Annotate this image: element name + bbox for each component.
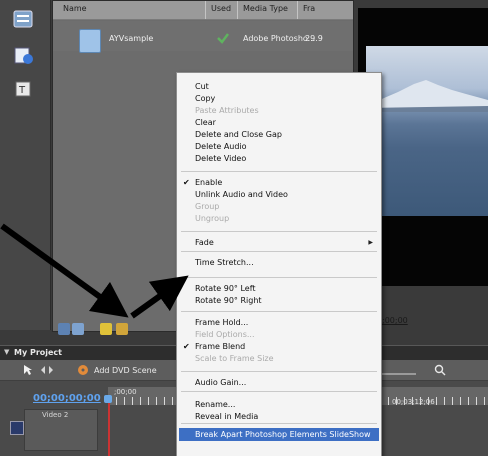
add-dvd-scene-icon[interactable] bbox=[76, 364, 90, 376]
new-folder-icon[interactable] bbox=[116, 323, 128, 335]
column-frame-rate[interactable]: Fra bbox=[303, 4, 315, 13]
zoom-slider[interactable] bbox=[380, 373, 416, 375]
menu-item-rotate-90-left[interactable]: Rotate 90° Left bbox=[195, 283, 256, 294]
project-panel-buttons bbox=[58, 323, 158, 337]
current-timecode[interactable]: 00;00;00;00 bbox=[33, 393, 101, 404]
menu-item-delete-video[interactable]: Delete Video bbox=[195, 153, 246, 164]
menu-item-frame-hold[interactable]: Frame Hold... bbox=[195, 317, 248, 328]
menu-separator bbox=[181, 171, 377, 172]
my-project-title: My Project bbox=[14, 348, 62, 357]
menu-item-unlink-audio-and-video[interactable]: Unlink Audio and Video bbox=[195, 189, 288, 200]
list-view-icon[interactable] bbox=[58, 323, 70, 335]
menu-item-break-apart-photoshop-elements-slideshow[interactable]: Break Apart Photoshop Elements SlideShow bbox=[195, 429, 371, 440]
menu-item-copy[interactable]: Copy bbox=[195, 93, 215, 104]
menu-item-paste-attributes: Paste Attributes bbox=[195, 106, 259, 115]
menu-item-time-stretch[interactable]: Time Stretch... bbox=[195, 257, 254, 268]
menu-item-group: Group bbox=[195, 202, 220, 211]
checkmark-icon: ✔ bbox=[183, 178, 190, 187]
menu-separator bbox=[181, 251, 377, 252]
menu-item-cut[interactable]: Cut bbox=[195, 81, 209, 92]
left-tool-column: T bbox=[0, 0, 51, 330]
collapse-triangle-icon[interactable]: ▼ bbox=[4, 348, 9, 356]
context-menu: Cut Copy Paste Attributes Clear Delete and C… bbox=[176, 72, 382, 456]
menu-item-scale-to-frame-size: Scale to Frame Size bbox=[195, 354, 274, 363]
playhead-handle[interactable] bbox=[104, 395, 112, 403]
menu-item-rotate-90-right[interactable]: Rotate 90° Right bbox=[195, 295, 262, 306]
menu-item-delete-audio[interactable]: Delete Audio bbox=[195, 141, 247, 152]
column-used[interactable]: Used bbox=[211, 4, 231, 13]
menu-item-rename[interactable]: Rename... bbox=[195, 399, 235, 410]
folder-icon[interactable] bbox=[100, 323, 112, 335]
checkmark-icon: ✔ bbox=[183, 342, 190, 351]
menu-separator bbox=[181, 391, 377, 392]
used-check-icon bbox=[217, 33, 229, 44]
menu-separator bbox=[181, 371, 377, 372]
time-stretch-tool-icon[interactable] bbox=[40, 364, 54, 376]
menu-item-delete-and-close-gap[interactable]: Delete and Close Gap bbox=[195, 129, 282, 140]
menu-item-ungroup: Ungroup bbox=[195, 214, 230, 223]
video-track-icon bbox=[10, 421, 24, 435]
project-column-header: Name Used Media Type Fra bbox=[53, 1, 353, 20]
premiere-elements-window: T Name Used Media Type Fra AYVsample Ado… bbox=[0, 0, 488, 456]
selection-tool-icon[interactable] bbox=[22, 364, 34, 376]
menu-item-enable[interactable]: Enable bbox=[195, 177, 222, 188]
menu-item-audio-gain[interactable]: Audio Gain... bbox=[195, 377, 246, 388]
menu-separator bbox=[181, 277, 377, 278]
svg-text:T: T bbox=[18, 85, 26, 96]
menu-item-reveal-in-media[interactable]: Reveal in Media bbox=[195, 411, 258, 422]
row-frame-rate: 29.9 bbox=[305, 34, 323, 43]
column-media-type[interactable]: Media Type bbox=[243, 4, 288, 13]
icon-view-icon[interactable] bbox=[72, 323, 84, 335]
column-name[interactable]: Name bbox=[63, 4, 87, 13]
video-track-label: Video 2 bbox=[42, 411, 69, 419]
menu-item-field-options: Field Options... bbox=[195, 330, 255, 339]
menu-separator bbox=[181, 311, 377, 312]
menu-separator bbox=[181, 423, 377, 424]
new-item-icon[interactable] bbox=[12, 44, 34, 66]
row-name[interactable]: AYVsample bbox=[109, 34, 153, 43]
playhead-line bbox=[108, 399, 110, 456]
menu-item-frame-blend[interactable]: Frame Blend bbox=[195, 341, 245, 352]
title-icon[interactable]: T bbox=[12, 78, 34, 100]
ruler-end-label: 00;03;12;06 bbox=[392, 398, 435, 406]
photoshop-file-icon bbox=[79, 29, 101, 53]
menu-item-clear[interactable]: Clear bbox=[195, 117, 216, 128]
menu-item-fade[interactable]: Fade bbox=[195, 237, 214, 248]
preview-timecode[interactable]: ;00;00 bbox=[382, 316, 408, 325]
zoom-icon[interactable] bbox=[434, 364, 446, 376]
video-frame-image bbox=[366, 46, 488, 216]
submenu-arrow-icon: ▶ bbox=[368, 239, 373, 246]
menu-separator bbox=[181, 231, 377, 232]
menu-icon[interactable] bbox=[12, 8, 34, 30]
ruler-start-label: ;00;00 bbox=[114, 388, 137, 396]
add-dvd-scene-button[interactable]: Add DVD Scene bbox=[94, 366, 157, 375]
